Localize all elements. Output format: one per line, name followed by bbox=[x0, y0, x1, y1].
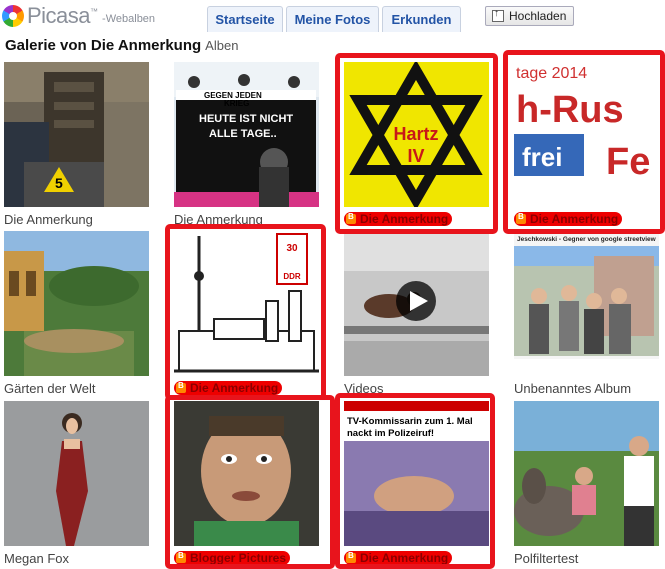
upload-button[interactable]: Hochladen bbox=[485, 6, 574, 26]
picasa-logo-icon bbox=[2, 5, 24, 27]
image-text: Hartz bbox=[393, 124, 438, 144]
svg-text:KRIEG: KRIEG bbox=[224, 99, 249, 108]
brand-name: Picasa bbox=[27, 3, 91, 28]
album-thumbnail[interactable] bbox=[4, 401, 149, 546]
tab-startseite[interactable]: Startseite bbox=[207, 6, 283, 32]
album-label[interactable]: Megan Fox bbox=[4, 551, 69, 566]
gallery-subtitle[interactable]: Alben bbox=[205, 38, 238, 53]
brand-suffix: -Webalben bbox=[102, 13, 156, 25]
album-label[interactable]: Die Anmerkung bbox=[344, 551, 453, 565]
image-text: nackt im Polizeiruf! bbox=[347, 428, 434, 439]
blogger-icon bbox=[176, 551, 186, 563]
album-thumbnail[interactable]: Jeschkowski - Gegner von google streetvi… bbox=[514, 231, 659, 376]
gallery-title: Galerie von Die Anmerkung bbox=[5, 37, 202, 54]
album-label[interactable]: Die Anmerkung bbox=[344, 212, 453, 226]
album-label[interactable]: Polfiltertest bbox=[514, 551, 578, 566]
page-title: Galerie von Die Anmerkung Alben bbox=[5, 37, 238, 54]
album-thumbnail[interactable]: TV-Kommissarin zum 1. Mal nackt im Poliz… bbox=[344, 401, 489, 546]
image-text: IV bbox=[407, 146, 424, 166]
picasa-logo[interactable]: Picasa ™ -Webalben bbox=[2, 3, 155, 29]
album-thumbnail[interactable]: 5 bbox=[4, 62, 149, 207]
blogger-icon bbox=[346, 212, 356, 224]
album-thumbnail[interactable] bbox=[344, 231, 489, 376]
album-thumbnail[interactable]: tage 2014 h-Rus frei Fe bbox=[514, 62, 659, 207]
trademark-icon: ™ bbox=[90, 7, 99, 16]
album-thumbnail[interactable] bbox=[514, 401, 659, 546]
image-text: DDR bbox=[283, 272, 301, 281]
upload-icon bbox=[492, 8, 504, 22]
tab-meine-fotos[interactable]: Meine Fotos bbox=[286, 6, 379, 32]
blogger-icon bbox=[516, 212, 526, 224]
image-text: tage 2014 bbox=[516, 65, 587, 82]
album-thumbnail[interactable]: GEGEN JEDEN KRIEG HEUTE IST NICHT ALLE T… bbox=[174, 62, 319, 207]
image-text: TV-Kommissarin zum 1. Mal bbox=[347, 416, 473, 427]
album-thumbnail[interactable] bbox=[4, 231, 149, 376]
album-thumbnail[interactable]: 30 DDR bbox=[174, 231, 319, 376]
image-text: Jeschkowski - Gegner von google streetvi… bbox=[517, 236, 657, 243]
album-label[interactable]: Die Anmerkung bbox=[174, 381, 283, 395]
top-bar: Picasa ™ -Webalben Startseite Meine Foto… bbox=[0, 0, 665, 34]
image-text: h-Rus bbox=[516, 89, 624, 131]
image-text: Fe bbox=[606, 141, 650, 183]
album-label[interactable]: Die Anmerkung bbox=[514, 212, 623, 226]
svg-text:5: 5 bbox=[55, 175, 63, 191]
album-label[interactable]: Videos bbox=[344, 381, 384, 396]
tab-erkunden[interactable]: Erkunden bbox=[382, 6, 461, 32]
album-thumbnail[interactable] bbox=[174, 401, 319, 546]
upload-label: Hochladen bbox=[509, 9, 567, 23]
image-text: frei bbox=[522, 142, 562, 172]
album-thumbnail[interactable]: Hartz IV bbox=[344, 62, 489, 207]
album-label[interactable]: Die Anmerkung bbox=[174, 212, 263, 227]
album-label[interactable]: Unbenanntes Album bbox=[514, 381, 631, 396]
album-label[interactable]: Gärten der Welt bbox=[4, 381, 96, 396]
album-label[interactable]: Blogger Pictures bbox=[174, 551, 291, 565]
blogger-icon bbox=[346, 551, 356, 563]
album-label[interactable]: Die Anmerkung bbox=[4, 212, 93, 227]
svg-text:HEUTE IST NICHT: HEUTE IST NICHT bbox=[199, 113, 293, 125]
blogger-icon bbox=[176, 381, 186, 393]
image-text: 30 bbox=[286, 243, 298, 254]
svg-text:ALLE TAGE..: ALLE TAGE.. bbox=[209, 128, 277, 140]
